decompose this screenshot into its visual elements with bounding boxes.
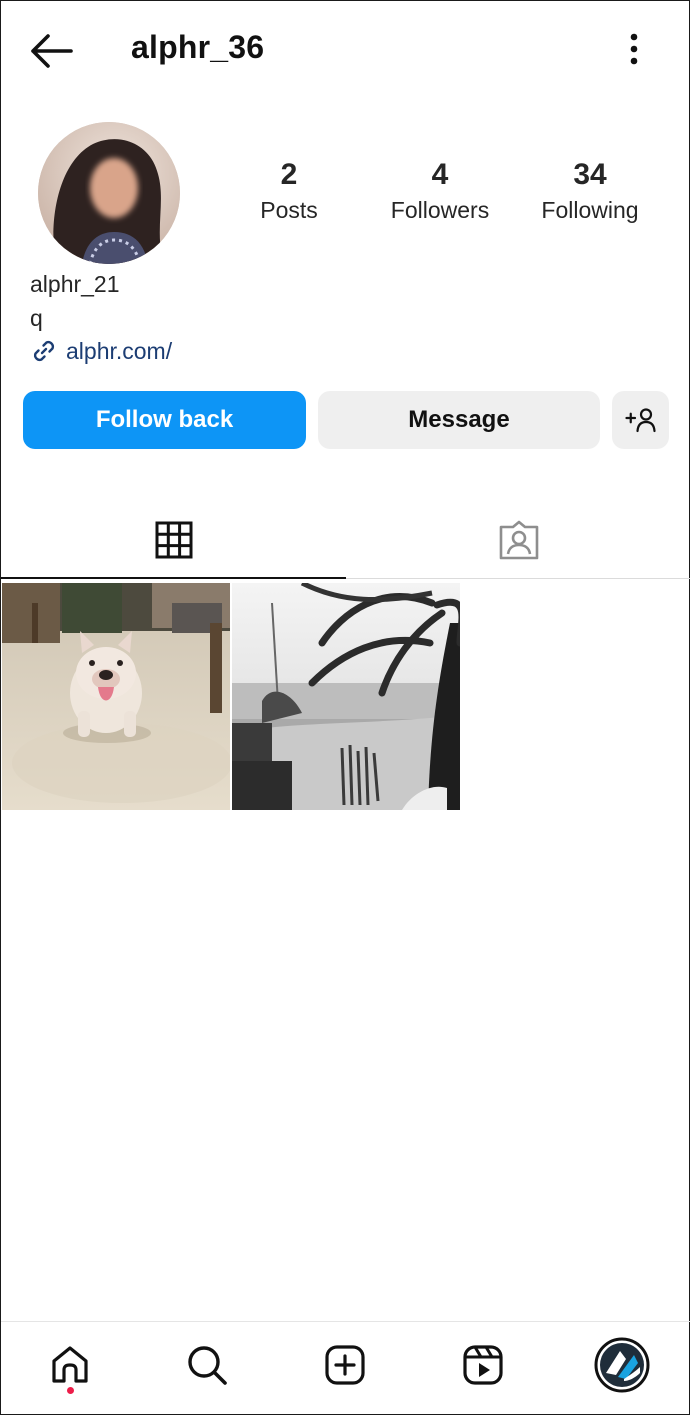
followers-label: Followers xyxy=(390,197,490,223)
suggested-accounts-button[interactable] xyxy=(612,391,669,449)
posts-stat: 2 Posts xyxy=(219,157,359,225)
followers-count: 4 xyxy=(431,158,449,191)
profile-link[interactable]: alphr.com/ xyxy=(30,337,172,365)
avatar-photo xyxy=(38,122,180,264)
followers-stat[interactable]: 4 Followers xyxy=(370,157,510,225)
bio-text: q xyxy=(30,305,43,331)
page-title: alphr_36 xyxy=(131,29,265,65)
search-icon xyxy=(188,1346,227,1385)
arrow-left-icon xyxy=(31,34,73,68)
message-button[interactable]: Message xyxy=(318,391,600,449)
nav-reels[interactable] xyxy=(443,1330,523,1400)
tab-tagged[interactable] xyxy=(346,501,690,579)
bottom-navigation xyxy=(1,1321,690,1415)
add-person-icon xyxy=(624,408,656,433)
profile-avatar[interactable] xyxy=(38,122,180,264)
following-stat[interactable]: 34 Following xyxy=(520,157,660,225)
active-tab-indicator xyxy=(1,577,346,579)
bulldog-photo xyxy=(2,583,230,810)
link-icon xyxy=(33,340,55,362)
posts-label: Posts xyxy=(260,197,318,223)
more-vertical-icon xyxy=(630,33,638,65)
beach-photo xyxy=(232,583,460,810)
more-options-button[interactable] xyxy=(615,27,653,71)
post-thumbnail-bulldog[interactable] xyxy=(2,583,230,810)
nav-search[interactable] xyxy=(167,1330,247,1400)
profile-link-text: alphr.com/ xyxy=(66,337,173,364)
profile-header: alphr_36 xyxy=(1,1,690,97)
tagged-person-icon xyxy=(499,520,538,560)
create-post-icon xyxy=(325,1345,365,1385)
app-frame: alphr_36 2 Posts 4 Followers 34 Followin… xyxy=(0,0,690,1415)
display-name: alphr_21 xyxy=(30,271,120,297)
reels-icon xyxy=(463,1345,503,1385)
grid-icon xyxy=(155,521,192,559)
nav-create[interactable] xyxy=(305,1330,385,1400)
tab-posts-grid[interactable] xyxy=(1,501,346,579)
follow-back-button[interactable]: Follow back xyxy=(23,391,306,449)
posts-count: 2 xyxy=(280,158,298,191)
home-icon xyxy=(52,1346,88,1383)
following-label: Following xyxy=(541,197,639,223)
home-notification-dot xyxy=(67,1387,74,1394)
following-count: 34 xyxy=(573,158,607,191)
post-thumbnail-beach[interactable] xyxy=(232,583,460,810)
back-button[interactable] xyxy=(27,29,75,73)
profile-avatar-icon xyxy=(594,1337,650,1393)
nav-profile[interactable] xyxy=(582,1330,662,1400)
